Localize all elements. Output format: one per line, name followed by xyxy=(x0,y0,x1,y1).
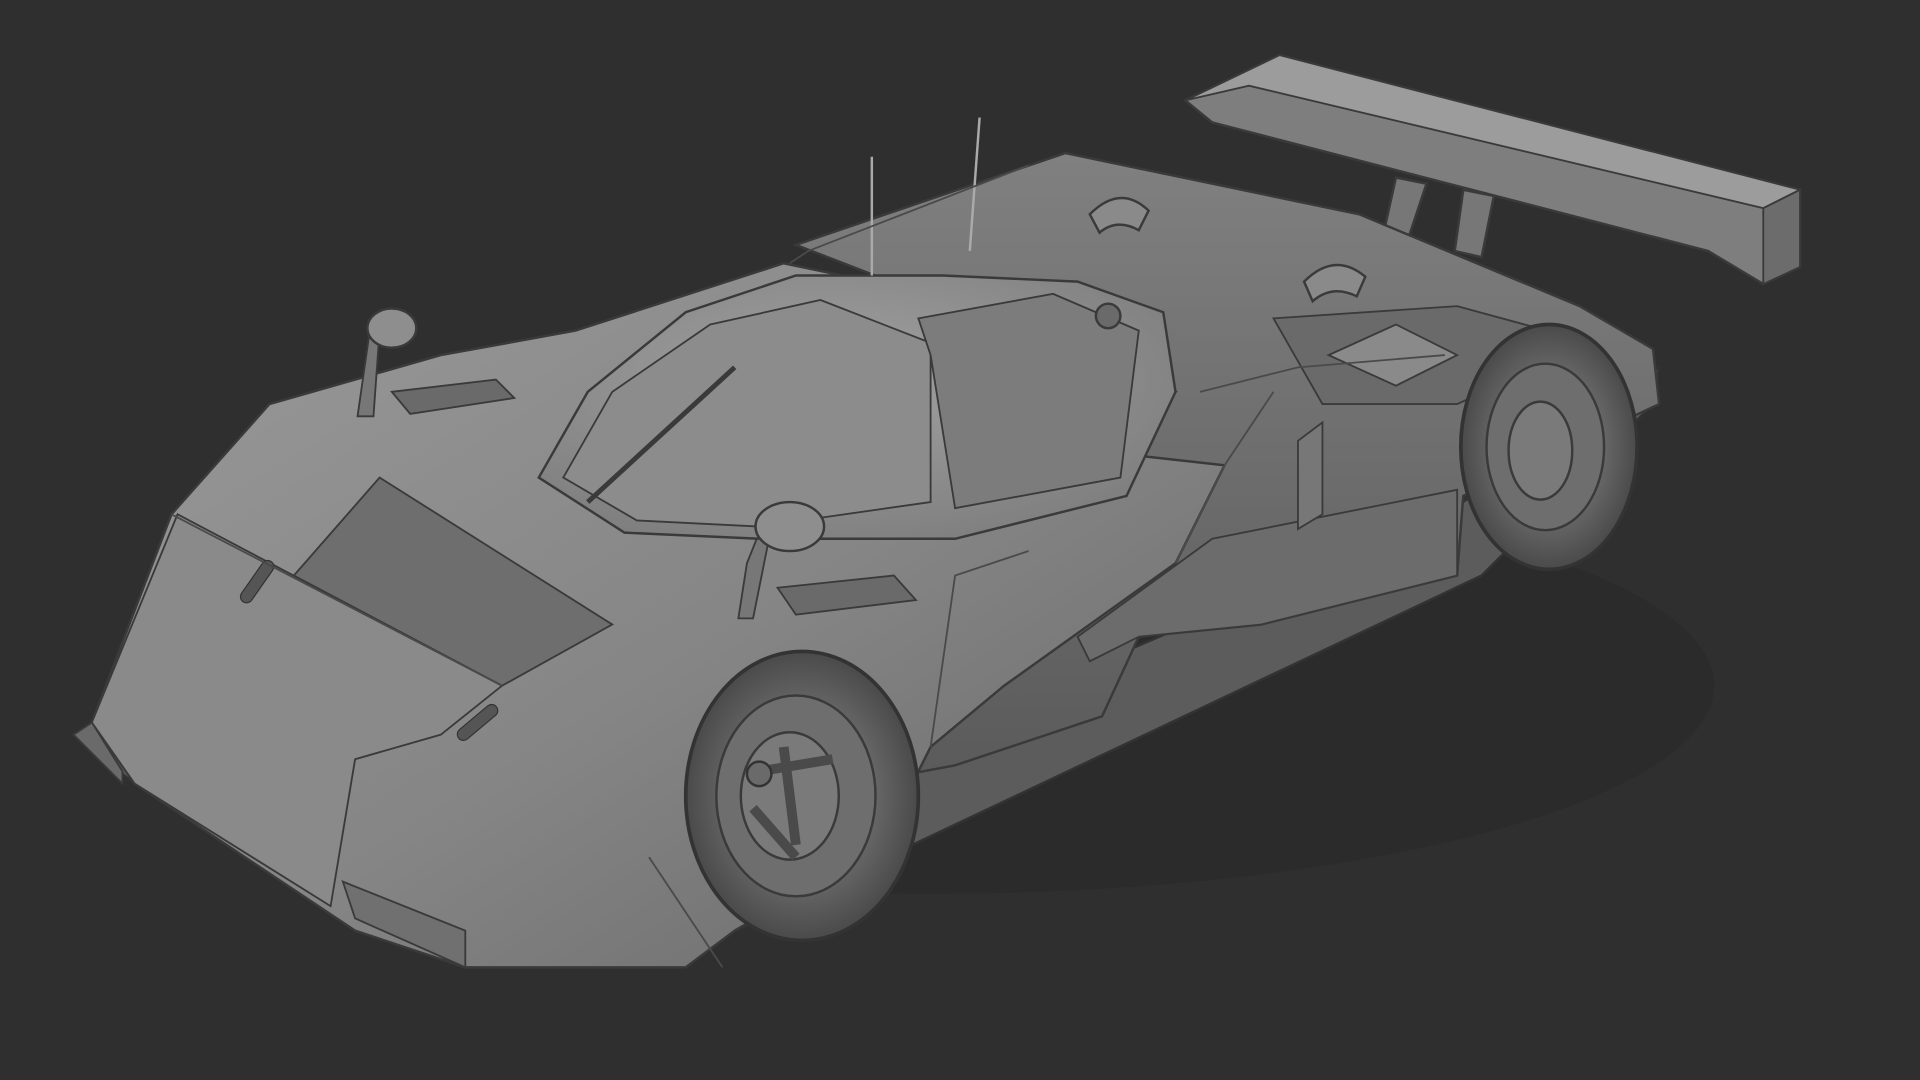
car-render xyxy=(72,53,1803,969)
3d-viewport[interactable] xyxy=(0,0,1920,1080)
rear-wheel xyxy=(1458,322,1639,572)
fuel-cap xyxy=(1094,302,1122,330)
front-wheel xyxy=(683,649,921,943)
